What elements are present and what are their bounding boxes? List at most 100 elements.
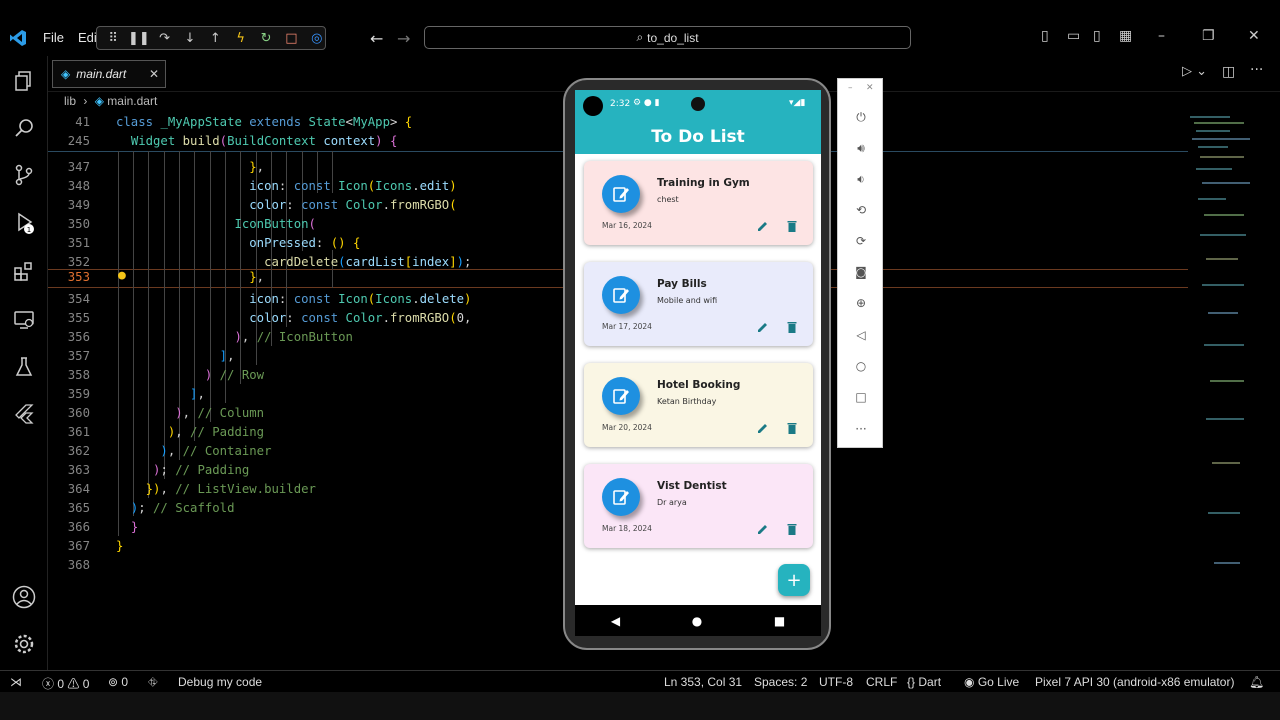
power-icon[interactable]: ⏻ [851,107,871,127]
emulator-close-icon[interactable]: ✕ [866,83,874,93]
more-actions-icon[interactable]: ··· [1250,62,1263,78]
edit-icon[interactable] [756,319,770,333]
todo-card[interactable]: Hotel Booking Ketan Birthday Mar 20, 2024 [584,363,813,447]
edit-icon[interactable] [756,420,770,434]
activity-bar: 1 [0,56,48,670]
remote-explorer-icon[interactable] [12,308,36,332]
code-line: color: const Color.fromRGBO( [249,198,457,212]
line-number: 41 [75,115,90,129]
inspect-icon[interactable]: ◎ [309,30,325,47]
tab-main-dart[interactable]: ◈ main.dart ✕ [52,60,166,88]
debug-toolbar: ⠿ ❚❚ ↷ ↓ ↑ ϟ ↻ □ ◎ [96,26,326,50]
remote-icon[interactable]: ⋊ [10,675,22,689]
drag-handle-icon[interactable]: ⠿ [105,30,121,47]
delete-icon[interactable] [785,521,799,535]
status-icons: ⚙ ● ▮ [633,98,660,108]
ports-count: 0 [121,675,129,689]
code-line: ], [219,349,235,363]
todo-card[interactable]: Vist Dentist Dr arya Mar 18, 2024 [584,464,813,548]
error-count: 0 [57,677,65,691]
toggle-secondary-sidebar-icon[interactable]: ▯ [1093,28,1101,44]
encoding[interactable]: UTF-8 [819,675,853,689]
emulator-screen[interactable]: 2:32 ⚙ ● ▮ ▾◢▮ To Do List Training in Gy… [575,90,821,636]
menu-file[interactable]: File [43,30,64,45]
rotate-right-icon[interactable]: ⟳ [851,231,871,251]
overview-icon[interactable]: □ [851,387,871,407]
split-editor-icon[interactable]: ◫ [1222,64,1235,80]
ports-indicator[interactable]: ⊚ 0 [108,675,128,689]
flutter-icon[interactable] [12,402,36,426]
nav-home-icon[interactable]: ● [692,614,702,628]
problems-indicator[interactable]: ⓧ 0 ⚠ 0 [42,675,89,692]
run-debug-icon[interactable]: 1 [12,211,36,235]
step-out-icon[interactable]: ↑ [207,30,223,47]
notifications-bell-icon[interactable]: 🔔︎ [1249,675,1264,689]
language-mode[interactable]: {} Dart [907,675,941,689]
go-live-button[interactable]: ◉ Go Live [964,675,1019,689]
breadcrumb: lib › ◈ main.dart [64,94,157,108]
delete-icon[interactable] [785,420,799,434]
home-icon[interactable]: ○ [851,356,871,376]
warning-count: 0 [82,677,90,691]
minimap[interactable] [1188,112,1268,602]
toggle-panel-icon[interactable]: ▭ [1067,28,1080,44]
minimize-icon[interactable]: – [1158,28,1165,44]
restart-icon[interactable]: ↻ [258,30,274,47]
add-task-button[interactable]: + [778,564,810,596]
todo-title: Hotel Booking [657,379,741,391]
edit-icon[interactable] [756,218,770,232]
emulator-minimize-icon[interactable]: – [848,83,853,93]
step-into-icon[interactable]: ↓ [182,30,198,47]
indentation[interactable]: Spaces: 2 [754,675,807,689]
todo-card[interactable]: Training in Gym chest Mar 16, 2024 [584,161,813,245]
nav-back-icon[interactable]: ◀ [611,614,620,628]
volume-down-icon[interactable]: 🔉︎ [851,169,871,189]
svg-text:1: 1 [27,226,31,234]
line-number: 350 [67,217,90,231]
line-number: 348 [67,179,90,193]
testing-icon[interactable] [12,355,36,379]
line-number: 364 [67,482,90,496]
settings-gear-icon[interactable] [12,632,36,656]
todo-card[interactable]: Pay Bills Mobile and wifi Mar 17, 2024 [584,262,813,346]
close-window-icon[interactable]: ✕ [1248,28,1260,44]
line-number: 245 [67,134,90,148]
run-icon[interactable]: ▷ ⌄ [1182,64,1207,79]
cursor-position[interactable]: Ln 353, Col 31 [664,675,742,689]
extensions-icon[interactable] [12,259,36,283]
hot-reload-icon[interactable]: ϟ [233,30,249,47]
tab-close-icon[interactable]: ✕ [149,67,159,81]
line-number: 362 [67,444,90,458]
breadcrumb-folder[interactable]: lib [64,94,76,108]
back-arrow-icon[interactable]: ← [370,29,383,48]
delete-icon[interactable] [785,319,799,333]
restore-icon[interactable]: ❐ [1202,28,1215,44]
breadcrumb-file[interactable]: main.dart [107,94,157,108]
search-sidebar-icon[interactable] [12,116,36,140]
nav-recents-icon[interactable]: ■ [774,614,785,628]
edit-icon[interactable] [756,521,770,535]
account-icon[interactable] [12,585,36,609]
back-icon[interactable]: ◁ [851,325,871,345]
stop-icon[interactable]: □ [283,30,299,47]
more-icon[interactable]: ··· [851,419,871,439]
explorer-icon[interactable] [12,69,36,93]
front-camera [691,97,705,111]
menu-edit[interactable]: Edi [78,30,97,45]
camera-icon[interactable]: ◙ [851,262,871,282]
delete-icon[interactable] [785,218,799,232]
source-control-icon[interactable] [12,163,36,187]
step-over-icon[interactable]: ↷ [156,30,172,47]
device-selector[interactable]: Pixel 7 API 30 (android-x86 emulator) [1035,675,1234,689]
rotate-left-icon[interactable]: ⟲ [851,200,871,220]
line-number: 367 [67,539,90,553]
zoom-icon[interactable]: ⊕ [851,293,871,313]
customize-layout-icon[interactable]: ▦ [1119,28,1132,44]
command-center-search[interactable]: ⌕ to_do_list [424,26,911,49]
line-ending[interactable]: CRLF [866,675,897,689]
debug-label[interactable]: Debug my code [178,675,262,689]
pause-icon[interactable]: ❚❚ [128,30,150,47]
forward-arrow-icon[interactable]: → [397,29,410,48]
toggle-sidebar-icon[interactable]: ▯ [1041,28,1049,44]
volume-up-icon[interactable]: 🔊︎ [851,138,871,158]
